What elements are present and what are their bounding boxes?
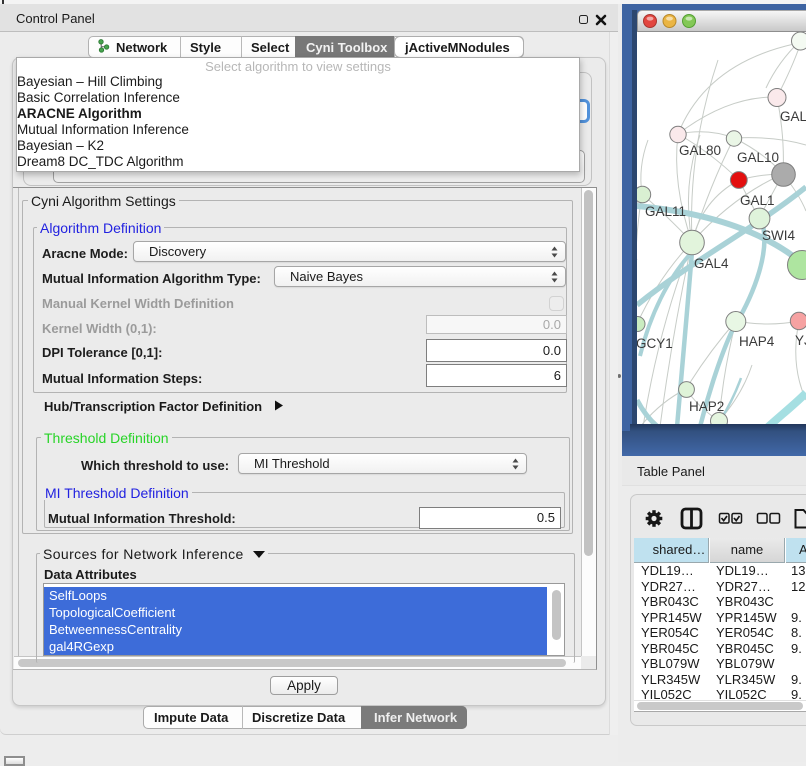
svg-text:GAL80: GAL80 — [679, 143, 721, 158]
svg-text:HAP4: HAP4 — [739, 334, 775, 349]
svg-text:GCY1: GCY1 — [637, 336, 673, 351]
svg-text:GAL10: GAL10 — [737, 150, 779, 165]
svg-text:GAL4: GAL4 — [694, 256, 729, 271]
svg-text:YJ: YJ — [795, 333, 806, 348]
svg-text:GAL11: GAL11 — [645, 204, 686, 219]
svg-text:HAP2: HAP2 — [689, 399, 724, 414]
svg-text:SWI4: SWI4 — [762, 228, 795, 243]
svg-text:GAL2: GAL2 — [780, 109, 806, 124]
svg-text:GAL1: GAL1 — [740, 193, 775, 208]
